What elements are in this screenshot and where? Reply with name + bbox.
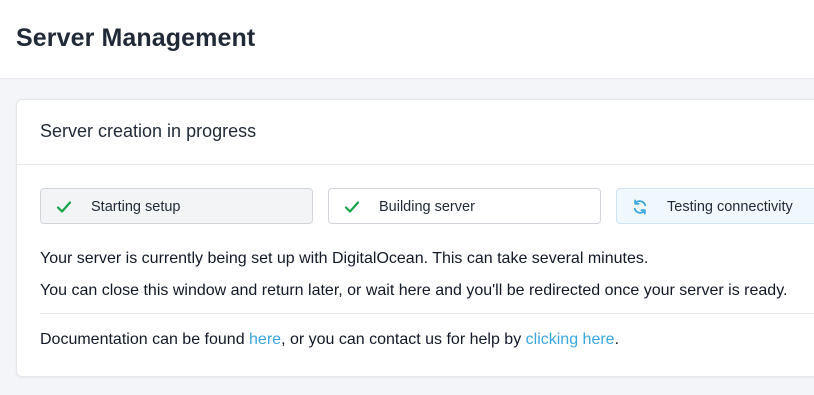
step-starting-setup[interactable]: Starting setup	[40, 188, 313, 224]
card-header: Server creation in progress	[17, 100, 814, 165]
step-label: Starting setup	[91, 199, 181, 215]
documentation-link[interactable]: here	[249, 331, 281, 348]
documentation-line: Documentation can be found here, or you …	[40, 331, 619, 349]
doc-suffix-text: .	[614, 331, 620, 348]
server-creation-card: Server creation in progress Starting set…	[16, 99, 814, 377]
top-header: Server Management	[0, 0, 814, 79]
contact-help-link[interactable]: clicking here	[526, 331, 615, 348]
refresh-icon	[631, 198, 649, 216]
step-label: Building server	[379, 199, 475, 215]
redirect-message: You can close this window and return lat…	[40, 282, 788, 299]
doc-prefix-text: Documentation can be found	[40, 331, 250, 348]
divider	[40, 313, 814, 314]
card-title: Server creation in progress	[40, 121, 257, 141]
check-icon	[343, 198, 361, 216]
step-testing-connectivity[interactable]: Testing connectivity	[616, 188, 814, 224]
doc-middle-text: , or you can contact us for help by	[281, 331, 526, 348]
status-message: Your server is currently being set up wi…	[40, 250, 649, 267]
step-label: Testing connectivity	[667, 199, 793, 215]
check-icon	[55, 198, 73, 216]
step-building-server[interactable]: Building server	[328, 188, 601, 224]
page-title: Server Management	[16, 24, 256, 52]
